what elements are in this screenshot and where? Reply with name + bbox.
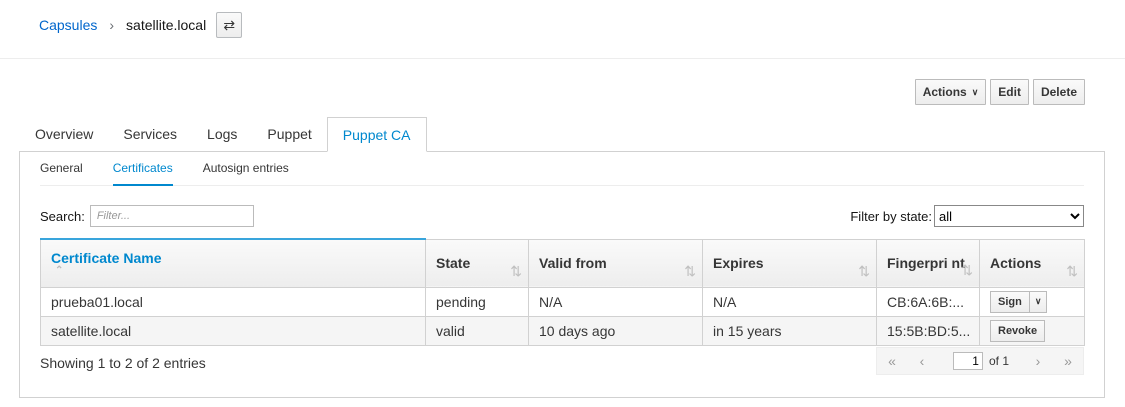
breadcrumb: Capsules › satellite.local ⇄ bbox=[39, 12, 243, 38]
tab-puppet-ca[interactable]: Puppet CA bbox=[326, 117, 427, 152]
next-page-icon[interactable]: › bbox=[1023, 353, 1053, 369]
switcher-button[interactable]: ⇄ bbox=[216, 12, 243, 38]
column-header-valid-from[interactable]: Valid from ⇅ bbox=[528, 238, 703, 288]
tab-services[interactable]: Services bbox=[108, 117, 192, 152]
cell-certificate-name: prueba01.local bbox=[40, 286, 426, 317]
cell-fingerprint: 15:5B:BD:5... bbox=[876, 315, 980, 346]
search-input[interactable] bbox=[89, 205, 254, 227]
column-header-state[interactable]: State ⇅ bbox=[425, 238, 529, 288]
subtab-certificates[interactable]: Certificates bbox=[112, 152, 173, 186]
sign-button[interactable]: Sign bbox=[991, 296, 1029, 308]
sort-icon: ⇅ bbox=[961, 261, 973, 278]
cell-actions: Sign ∨ bbox=[979, 286, 1085, 317]
edit-button[interactable]: Edit bbox=[990, 79, 1029, 105]
cell-certificate-name: satellite.local bbox=[40, 315, 426, 346]
state-filter-select[interactable]: all bbox=[934, 205, 1084, 227]
delete-button[interactable]: Delete bbox=[1032, 79, 1085, 105]
cell-state: pending bbox=[425, 286, 529, 317]
filter-group: Filter by state: all bbox=[850, 205, 1084, 227]
cell-expires: in 15 years bbox=[702, 315, 877, 346]
first-page-icon[interactable]: « bbox=[877, 353, 907, 369]
cell-expires: N/A bbox=[702, 286, 877, 317]
last-page-icon[interactable]: » bbox=[1053, 353, 1083, 369]
tab-logs[interactable]: Logs bbox=[192, 117, 252, 152]
chevron-down-icon[interactable]: ∨ bbox=[1028, 291, 1047, 312]
sort-icon: ⇅ bbox=[858, 262, 870, 279]
actions-dropdown-button[interactable]: Actions ∨ bbox=[914, 79, 987, 105]
cell-state: valid bbox=[425, 315, 529, 346]
page-number-input[interactable] bbox=[952, 352, 983, 370]
sort-icon: ⇅ bbox=[684, 262, 696, 279]
search-label: Search: bbox=[40, 208, 85, 224]
column-header-actions[interactable]: Actions ⇅ bbox=[979, 238, 1085, 288]
subtab-general[interactable]: General bbox=[40, 152, 83, 186]
main-tabs: Overview Services Logs Puppet Puppet CA bbox=[20, 117, 427, 152]
table-row: prueba01.local pending N/A N/A CB:6A:6B:… bbox=[40, 286, 1085, 317]
revoke-button[interactable]: Revoke bbox=[990, 319, 1046, 342]
pagination: « ‹ of 1 › » bbox=[875, 347, 1084, 375]
certificates-table: Certificate Name ⌃ State ⇅ Valid from ⇅ Exp… bbox=[40, 238, 1085, 346]
exchange-icon: ⇄ bbox=[223, 16, 236, 33]
search-group: Search: bbox=[40, 205, 254, 227]
header-divider bbox=[0, 58, 1125, 59]
subtab-autosign-entries[interactable]: Autosign entries bbox=[203, 152, 289, 186]
sort-icon: ⇅ bbox=[1066, 262, 1078, 279]
header-actions: Actions ∨ Edit Delete bbox=[914, 79, 1085, 105]
tab-puppet[interactable]: Puppet bbox=[252, 117, 326, 152]
cell-actions: Revoke bbox=[979, 315, 1085, 346]
cell-valid-from: 10 days ago bbox=[528, 315, 703, 346]
previous-page-icon[interactable]: ‹ bbox=[907, 353, 937, 369]
breadcrumb-current: satellite.local bbox=[126, 17, 207, 33]
table-row: satellite.local valid 10 days ago in 15 … bbox=[40, 315, 1085, 346]
cell-valid-from: N/A bbox=[528, 286, 703, 317]
sign-split-button: Sign ∨ bbox=[990, 290, 1048, 313]
sort-icon: ⇅ bbox=[510, 262, 522, 279]
entries-summary: Showing 1 to 2 of 2 entries bbox=[40, 355, 206, 371]
column-header-certificate-name[interactable]: Certificate Name ⌃ bbox=[40, 238, 426, 288]
puppet-ca-panel: General Certificates Autosign entries Se… bbox=[19, 151, 1105, 398]
page-count: of 1 bbox=[988, 354, 1009, 368]
chevron-down-icon: ∨ bbox=[971, 86, 979, 97]
breadcrumb-capsules-link[interactable]: Capsules bbox=[39, 17, 97, 33]
column-header-expires[interactable]: Expires ⇅ bbox=[702, 238, 877, 288]
filter-label: Filter by state: bbox=[850, 208, 932, 224]
sub-tabs: General Certificates Autosign entries bbox=[40, 152, 1084, 186]
tab-overview[interactable]: Overview bbox=[20, 117, 108, 152]
breadcrumb-chevron-icon: › bbox=[109, 17, 115, 33]
sort-ascending-icon: ⌃ bbox=[55, 265, 64, 277]
column-header-fingerprint[interactable]: Fingerpri nt ⇅ bbox=[876, 238, 980, 288]
cell-fingerprint: CB:6A:6B:... bbox=[876, 286, 980, 317]
actions-label: Actions bbox=[922, 85, 967, 99]
